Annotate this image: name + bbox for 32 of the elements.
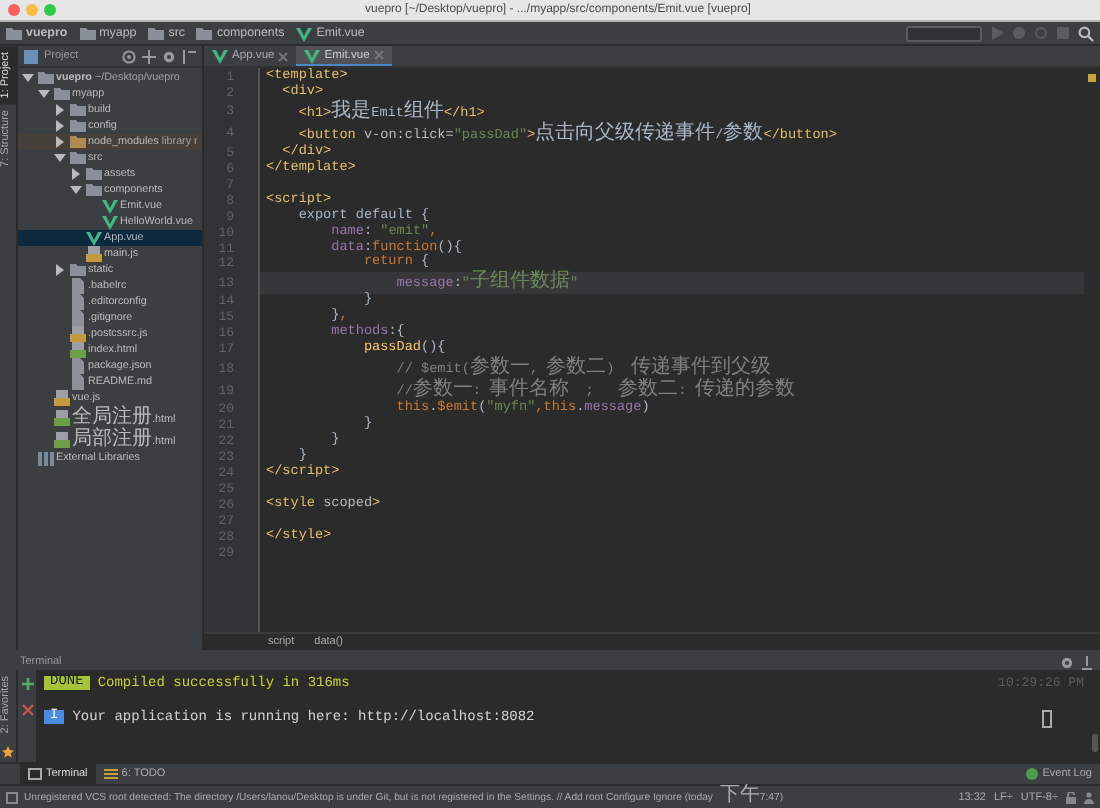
html-file-icon — [53, 431, 69, 447]
zoom-button[interactable] — [44, 4, 56, 16]
run-config-dropdown[interactable] — [906, 25, 982, 41]
html-file-icon — [69, 342, 85, 358]
plus-icon — [21, 678, 33, 690]
person-icon — [1084, 791, 1094, 803]
lock-icon — [1066, 791, 1076, 803]
event-log-icon — [1026, 768, 1039, 780]
terminal-icon — [28, 768, 42, 780]
project-icon — [24, 49, 38, 63]
stop-icon — [1056, 26, 1070, 40]
panel-toggle-icon — [6, 791, 18, 803]
collapse-icon — [142, 49, 156, 63]
folder-icon — [69, 262, 85, 278]
list-icon — [103, 768, 118, 780]
run-icon — [990, 26, 1004, 40]
target-icon — [122, 49, 136, 63]
text-cursor — [1042, 710, 1052, 728]
minimize-button[interactable] — [26, 4, 38, 16]
close-icon — [21, 704, 33, 716]
search-icon — [1078, 25, 1094, 41]
close-button[interactable] — [8, 4, 20, 16]
js-file-icon — [69, 326, 85, 342]
warning-marker-icon — [1088, 74, 1096, 82]
js-file-icon — [85, 246, 101, 262]
close-icon — [278, 51, 289, 61]
close-icon — [373, 50, 384, 60]
library-icon — [37, 450, 53, 466]
js-file-icon — [53, 390, 69, 406]
scrollbar-thumb[interactable] — [1092, 734, 1098, 752]
html-file-icon — [53, 409, 69, 425]
star-icon — [2, 746, 14, 758]
